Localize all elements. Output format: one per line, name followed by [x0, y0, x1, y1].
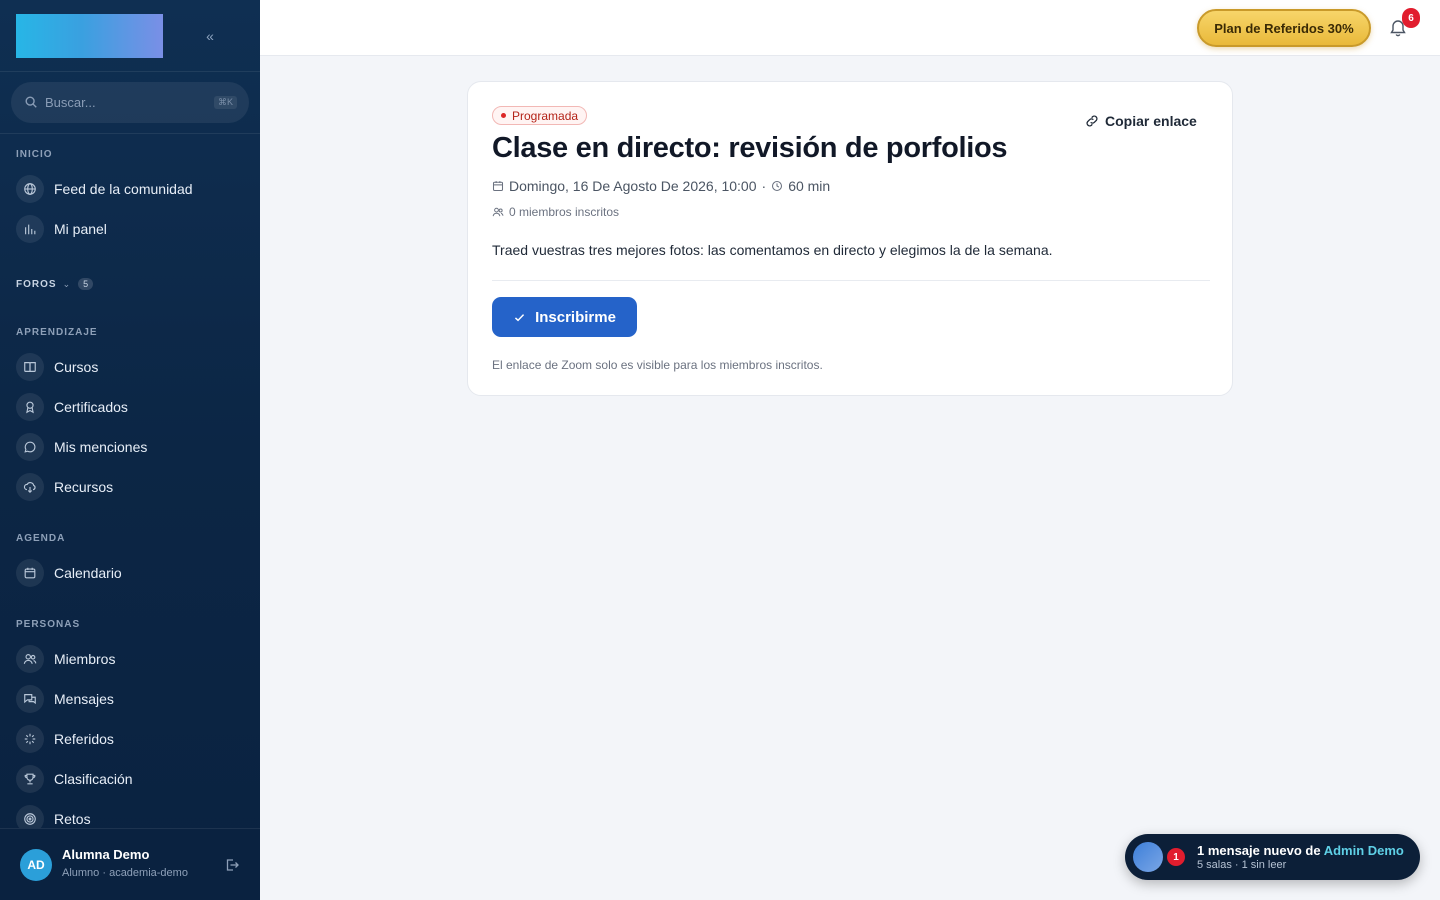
sidebar-item-label: Feed de la comunidad	[54, 181, 193, 197]
copy-link-label: Copiar enlace	[1105, 113, 1197, 129]
sidebar-header: «	[0, 0, 260, 72]
link-icon	[1086, 115, 1098, 127]
unread-badge: 1	[1167, 848, 1185, 866]
section-label-inicio: INICIO	[16, 149, 53, 160]
status-dot-icon	[501, 113, 506, 118]
toast-sender: Admin Demo	[1323, 843, 1404, 858]
search-icon	[25, 96, 37, 108]
toast-subtitle: 5 salas · 1 sin leer	[1197, 859, 1287, 871]
sidebar: « Buscar... ⌘K INICIO Feed de la comunid…	[0, 0, 260, 900]
copy-link-button[interactable]: Copiar enlace	[1085, 113, 1197, 129]
search-input[interactable]: Buscar... ⌘K	[11, 82, 249, 123]
meta-separator: ·	[761, 178, 767, 194]
sender-avatar	[1133, 842, 1163, 872]
sidebar-item-label: Clasificación	[54, 771, 133, 787]
search-shortcut: ⌘K	[213, 96, 237, 109]
sidebar-item-certificados[interactable]: Certificados	[16, 392, 246, 422]
sidebar-item-label: Retos	[54, 811, 91, 827]
calendar-icon	[16, 559, 44, 587]
collapse-sidebar-icon[interactable]: «	[200, 26, 220, 46]
user-name: Alumna Demo	[62, 847, 150, 862]
sidebar-item-panel[interactable]: Mi panel	[16, 214, 246, 244]
check-icon	[514, 313, 525, 321]
chat-bubble-icon	[16, 433, 44, 461]
user-role: Alumno · academia-demo	[62, 867, 188, 879]
users-icon	[492, 207, 504, 217]
brand-logo[interactable]	[16, 14, 163, 58]
members-count-label: 0 miembros inscritos	[509, 205, 620, 219]
sidebar-item-label: Mis menciones	[54, 439, 148, 455]
sidebar-item-cursos[interactable]: Cursos	[16, 352, 246, 382]
sidebar-item-miembros[interactable]: Miembros	[16, 644, 246, 674]
sidebar-item-menciones[interactable]: Mis menciones	[16, 432, 246, 462]
globe-icon	[16, 175, 44, 203]
avatar[interactable]: AD	[20, 849, 52, 881]
sidebar-item-clasificacion[interactable]: Clasificación	[16, 764, 246, 794]
sidebar-item-label: Mensajes	[54, 691, 114, 707]
sidebar-item-referidos[interactable]: Referidos	[16, 724, 246, 754]
status-label: Programada	[512, 108, 579, 123]
sidebar-item-label: Referidos	[54, 731, 114, 747]
page-title: Clase en directo: revisión de porfolios	[492, 132, 1008, 164]
book-icon	[16, 353, 44, 381]
sidebar-item-label: Cursos	[54, 359, 99, 375]
topbar: Plan de Referidos 30% 6	[260, 0, 1440, 56]
referral-plan-button[interactable]: Plan de Referidos 30%	[1197, 9, 1371, 47]
foros-count-badge: 5	[78, 278, 94, 290]
event-meta: Domingo, 16 De Agosto De 2026, 10:00 · 6…	[492, 178, 830, 194]
sidebar-item-label: Calendario	[54, 565, 122, 581]
zoom-note: El enlace de Zoom solo es visible para l…	[492, 358, 823, 372]
trophy-icon	[16, 765, 44, 793]
award-icon	[16, 393, 44, 421]
enroll-button[interactable]: Inscribirme	[492, 297, 637, 337]
section-label-aprendizaje: APRENDIZAJE	[16, 327, 98, 338]
toast-title: 1 mensaje nuevo de Admin Demo	[1197, 843, 1404, 858]
section-label-agenda: AGENDA	[16, 533, 66, 544]
sidebar-item-recursos[interactable]: Recursos	[16, 472, 246, 502]
event-date: Domingo, 16 De Agosto De 2026, 10:00	[509, 178, 757, 194]
sidebar-item-label: Certificados	[54, 399, 128, 415]
search-placeholder: Buscar...	[45, 95, 96, 110]
new-message-toast[interactable]: 1 1 mensaje nuevo de Admin Demo 5 salas …	[1125, 834, 1420, 880]
users-icon	[16, 645, 44, 673]
event-description: Traed vuestras tres mejores fotos: las c…	[492, 242, 1053, 258]
section-label-foros: FOROS	[16, 278, 57, 290]
toast-prefix: 1 mensaje nuevo de	[1197, 843, 1321, 858]
sidebar-item-label: Mi panel	[54, 221, 107, 237]
bar-chart-icon	[16, 215, 44, 243]
sidebar-item-label: Miembros	[54, 651, 116, 667]
sidebar-item-calendario[interactable]: Calendario	[16, 558, 246, 588]
sidebar-group-foros[interactable]: FOROS ⌄ 5	[16, 278, 94, 290]
section-label-personas: PERSONAS	[16, 619, 81, 630]
sidebar-item-label: Recursos	[54, 479, 114, 495]
enroll-label: Inscribirme	[535, 308, 616, 326]
sidebar-item-feed[interactable]: Feed de la comunidad	[16, 174, 246, 204]
sidebar-item-mensajes[interactable]: Mensajes	[16, 684, 246, 714]
sparkle-icon	[16, 725, 44, 753]
chevron-down-icon: ⌄	[62, 278, 71, 289]
event-card: Programada Clase en directo: revisión de…	[467, 81, 1233, 396]
clock-icon	[772, 180, 783, 192]
divider	[492, 280, 1210, 281]
messages-icon	[16, 685, 44, 713]
event-duration: 60 min	[788, 178, 831, 194]
status-badge: Programada	[492, 106, 588, 125]
search-container: Buscar... ⌘K	[0, 72, 260, 134]
enrolled-members: 0 miembros inscritos	[492, 205, 619, 219]
cloud-download-icon	[16, 473, 44, 501]
notifications-count-badge: 6	[1402, 8, 1420, 28]
logout-icon[interactable]	[224, 857, 240, 873]
calendar-icon	[492, 181, 504, 192]
user-profile: AD Alumna Demo Alumno · academia-demo	[0, 828, 260, 900]
